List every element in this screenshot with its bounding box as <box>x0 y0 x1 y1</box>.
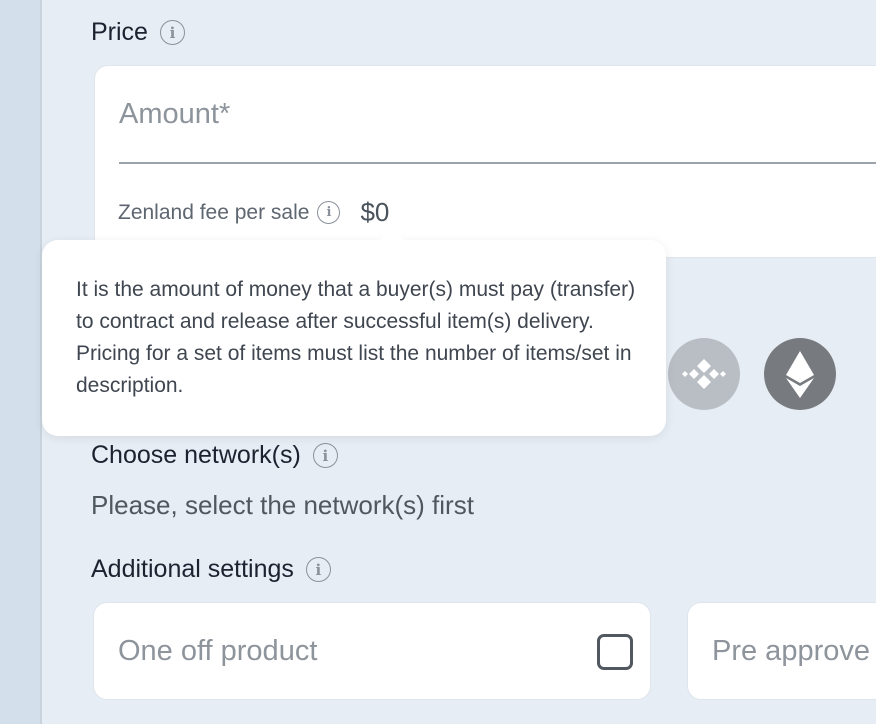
one-off-product-checkbox[interactable] <box>597 634 633 670</box>
bnb-coin-icon[interactable] <box>668 338 740 410</box>
network-section-title: Choose network(s) i <box>91 441 338 470</box>
fee-tooltip: It is the amount of money that a buyer(s… <box>42 228 666 436</box>
ethereum-coin-icon[interactable] <box>764 338 836 410</box>
fee-value: $0 <box>360 197 390 227</box>
info-icon[interactable]: i <box>305 557 331 582</box>
left-panel-strip <box>0 0 40 724</box>
additional-settings-label: Additional settings <box>91 555 294 583</box>
additional-settings-title: Additional settings i <box>91 555 331 584</box>
price-label: Price <box>91 18 148 46</box>
price-section-title: Price i <box>91 18 185 47</box>
fee-label: Zenland fee per sale <box>118 200 310 224</box>
tooltip-text: It is the amount of money that a buyer(s… <box>76 278 636 397</box>
ethereum-logo <box>786 351 814 398</box>
amount-input-underline <box>119 162 876 164</box>
network-label: Choose network(s) <box>91 441 301 469</box>
network-hint: Please, select the network(s) first <box>91 490 474 520</box>
option-label: One off product <box>118 635 318 667</box>
fee-row: Zenland fee per sale i $0 <box>118 197 389 228</box>
one-off-product-option[interactable]: One off product <box>93 602 651 700</box>
info-icon[interactable]: i <box>317 201 341 224</box>
pre-approve-option[interactable]: Pre approve <box>687 602 876 700</box>
option-label: Pre approve <box>712 635 870 667</box>
price-card: Amount* Zenland fee per sale i $0 <box>94 65 876 258</box>
tooltip-arrow <box>380 228 404 240</box>
bnb-logo <box>682 359 726 389</box>
amount-input[interactable]: Amount* <box>119 98 230 131</box>
info-icon[interactable]: i <box>159 20 185 45</box>
info-icon[interactable]: i <box>312 443 338 468</box>
